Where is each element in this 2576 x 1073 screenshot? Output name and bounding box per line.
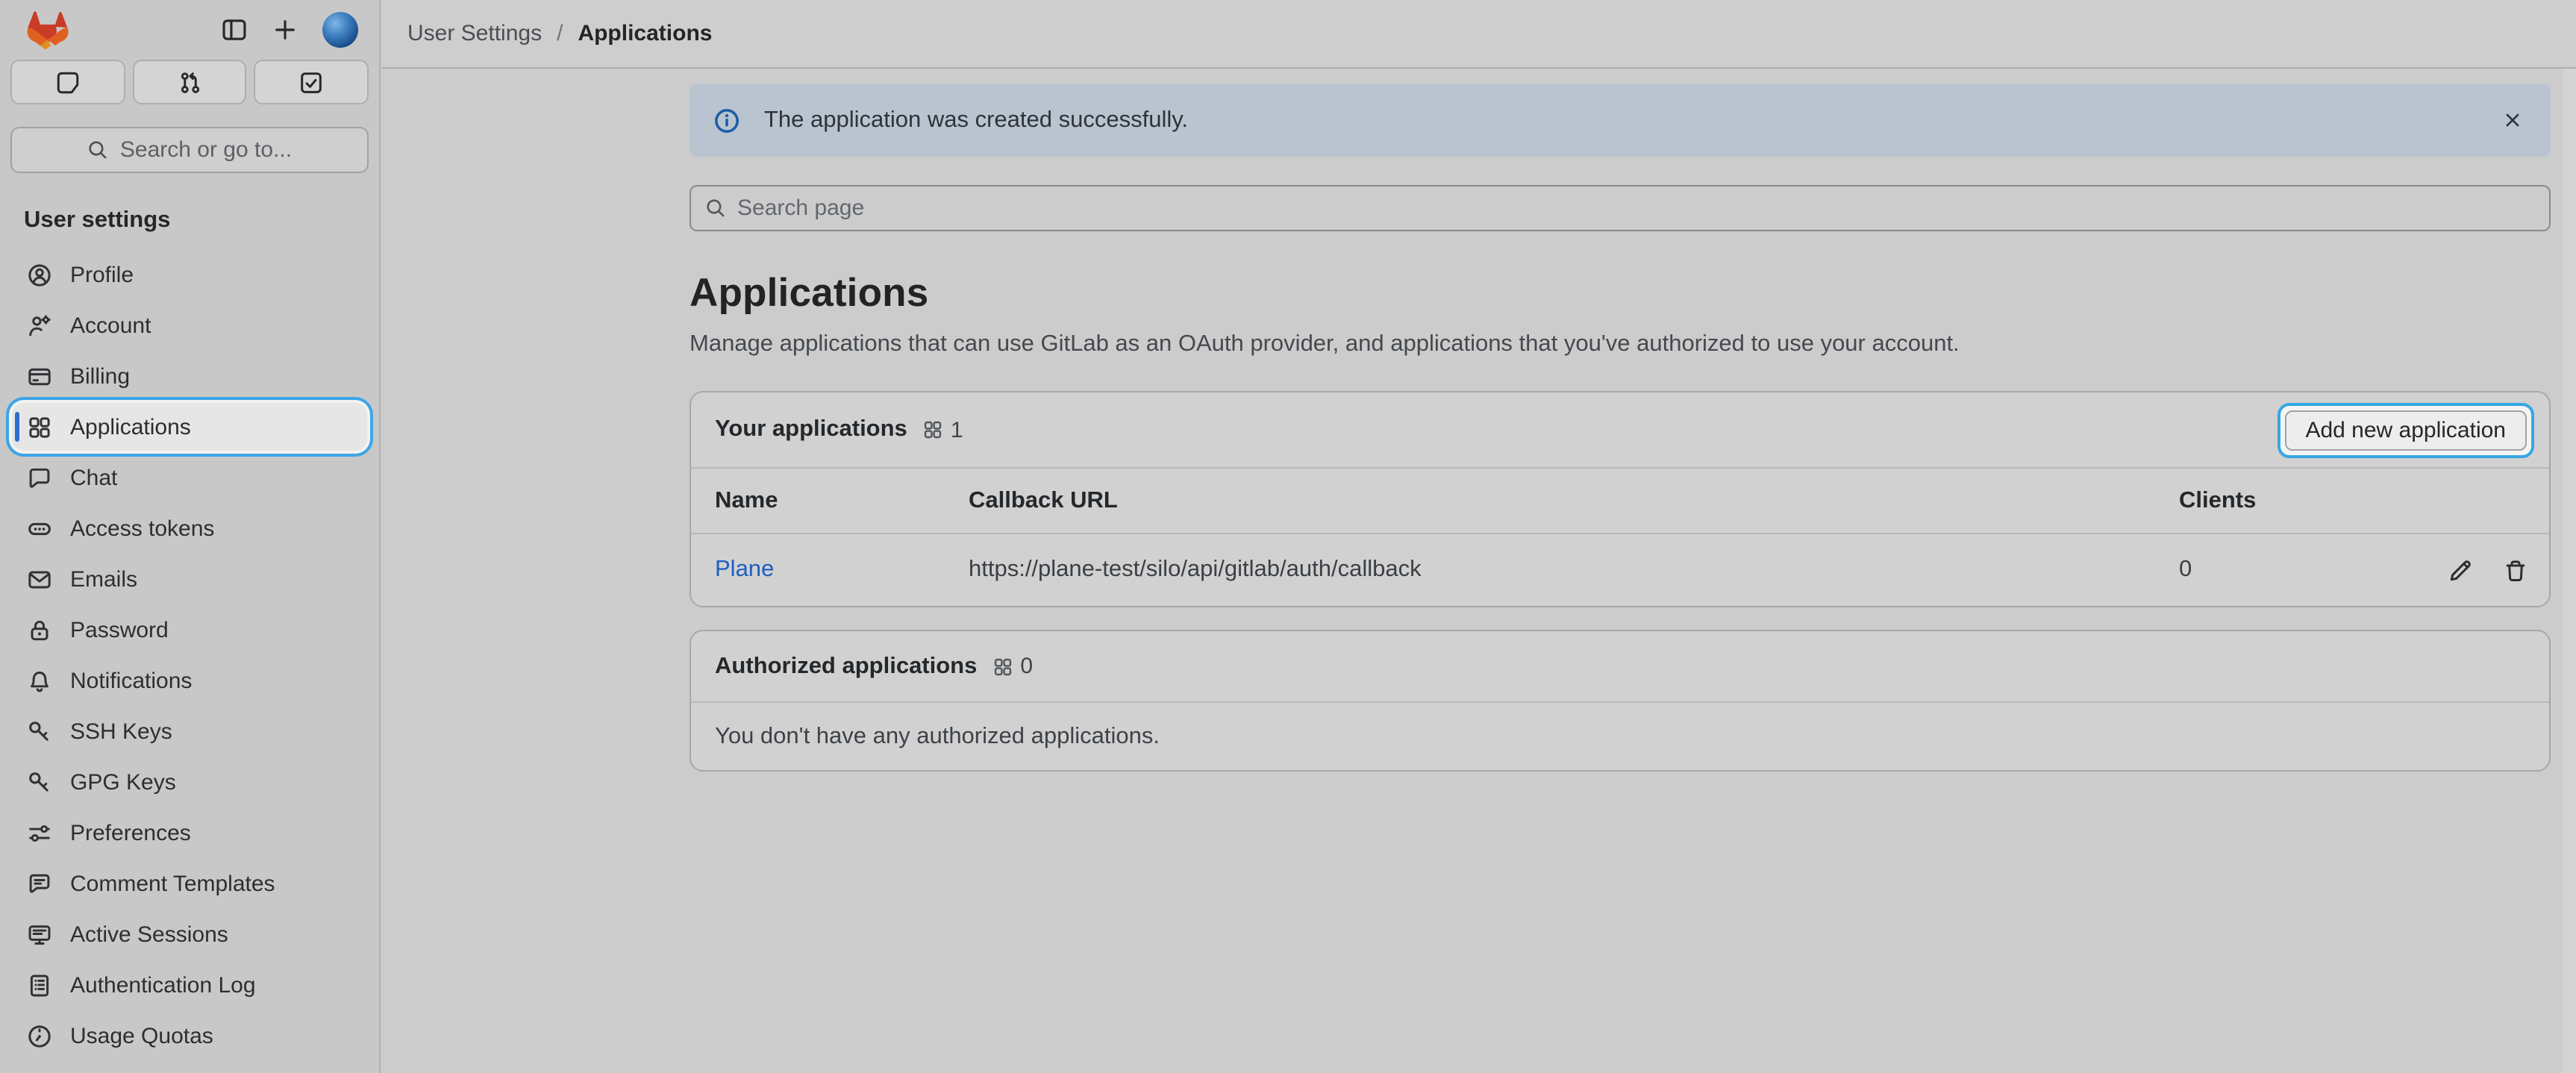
lock-icon [27,617,52,642]
application-row-actions [2415,557,2528,583]
merge-requests-shortcut-button[interactable] [132,60,246,104]
envelope-icon [27,566,52,592]
add-new-application-button[interactable]: Add new application [2284,410,2527,450]
sidebar-header [0,0,379,60]
alert-message: The application was created successfully… [764,107,1188,134]
authorized-applications-empty-state: You don't have any authorized applicatio… [691,703,2549,770]
account-icon [27,313,52,338]
your-applications-header: Your applications 1 Add new application [691,392,2549,467]
column-header-name: Name [715,487,969,514]
your-applications-card: Your applications 1 Add new application … [690,391,2551,607]
todo-list-shortcut-button[interactable] [254,60,369,104]
token-pill-icon [27,516,52,541]
applications-grid-icon [27,414,52,439]
sidebar-item-account[interactable]: Account [12,301,367,349]
gitlab-app: Search or go to... User settings Profile… [0,0,2576,1073]
applications-table-header: Name Callback URL Clients [691,467,2549,534]
pencil-icon [2448,557,2473,583]
sidebar-search-placeholder: Search or go to... [120,137,292,163]
authorized-applications-title: Authorized applications [715,653,977,680]
sidebar-item-profile[interactable]: Profile [12,251,367,298]
edit-application-button[interactable] [2448,557,2473,583]
applications-grid-icon [922,419,943,440]
monitor-icon [27,922,52,947]
sidebar-item-usage-quotas[interactable]: Usage Quotas [12,1012,367,1060]
search-icon [87,139,110,161]
sidebar-item-notifications[interactable]: Notifications [12,657,367,704]
authorized-applications-card: Authorized applications 0 You don't have… [690,630,2551,772]
authorized-applications-header: Authorized applications 0 [691,631,2549,703]
sidebar-section-title: User settings [24,207,355,234]
search-icon [704,197,727,219]
column-header-clients: Clients [2179,487,2415,514]
sidebar-item-applications[interactable]: Applications [12,403,367,451]
comment-lines-icon [27,871,52,896]
profile-icon [27,262,52,287]
info-alert: The application was created successfully… [690,84,2551,157]
sidebar-item-ssh-keys[interactable]: SSH Keys [12,707,367,755]
trash-icon [2503,557,2528,583]
breadcrumb-separator: / [557,21,563,46]
issues-shortcut-button[interactable] [10,60,125,104]
page-search-input[interactable] [737,195,2536,221]
delete-application-button[interactable] [2503,557,2528,583]
sidebar-item-authentication-log[interactable]: Authentication Log [12,961,367,1009]
sidebar: Search or go to... User settings Profile… [0,0,381,1073]
main-area: User Settings / Applications The applica… [382,0,2576,1073]
application-row: Plane https://plane-test/silo/api/gitlab… [691,534,2549,606]
todo-check-icon [298,69,324,95]
alert-dismiss-button[interactable] [2491,99,2533,141]
credit-card-icon [27,363,52,389]
bell-icon [27,668,52,693]
user-settings-nav: Profile Account Billing A [0,245,379,1060]
sidebar-item-gpg-keys[interactable]: GPG Keys [12,758,367,806]
sidebar-item-billing[interactable]: Billing [12,352,367,400]
key-icon [27,769,52,795]
add-application-focus-ring: Add new application [2277,402,2534,457]
sidebar-item-preferences[interactable]: Preferences [12,809,367,857]
sidebar-item-chat[interactable]: Chat [12,454,367,501]
sidebar-item-password[interactable]: Password [12,606,367,654]
sidebar-item-active-sessions[interactable]: Active Sessions [12,910,367,958]
gitlab-logo-icon [27,10,69,50]
sliders-icon [27,820,52,845]
your-applications-count: 1 [951,417,963,442]
sidebar-toggle-icon[interactable] [221,16,248,43]
close-icon [2501,109,2523,131]
user-avatar[interactable] [322,12,358,48]
log-list-icon [27,972,52,998]
application-name-link[interactable]: Plane [715,557,774,582]
create-new-plus-icon[interactable] [272,16,298,43]
content-container: The application was created successfully… [690,84,2551,772]
issues-icon [55,69,81,95]
page-description: Manage applications that can use GitLab … [690,331,2551,358]
info-circle-icon [713,107,740,134]
application-clients-count: 0 [2179,557,2415,584]
your-applications-title: Your applications [715,416,907,443]
vertical-scrollbar[interactable] [2563,69,2576,1073]
authorized-applications-count: 0 [1020,654,1033,679]
breadcrumb-user-settings[interactable]: User Settings [407,21,542,46]
column-header-callback-url: Callback URL [969,487,2179,514]
page-search-field [690,185,2551,231]
sidebar-item-comment-templates[interactable]: Comment Templates [12,860,367,907]
application-callback-url: https://plane-test/silo/api/gitlab/auth/… [969,557,2179,584]
key-icon [27,719,52,744]
sidebar-item-emails[interactable]: Emails [12,555,367,603]
breadcrumb-current: Applications [578,21,712,46]
sidebar-search[interactable]: Search or go to... [10,127,369,173]
applications-grid-icon [992,656,1013,677]
sidebar-item-access-tokens[interactable]: Access tokens [12,504,367,552]
merge-request-icon [177,69,202,95]
pinned-shortcuts [10,60,369,104]
page-title: Applications [690,270,2551,316]
breadcrumb-bar: User Settings / Applications [382,0,2576,69]
chat-bubble-icon [27,465,52,490]
gauge-icon [27,1023,52,1048]
